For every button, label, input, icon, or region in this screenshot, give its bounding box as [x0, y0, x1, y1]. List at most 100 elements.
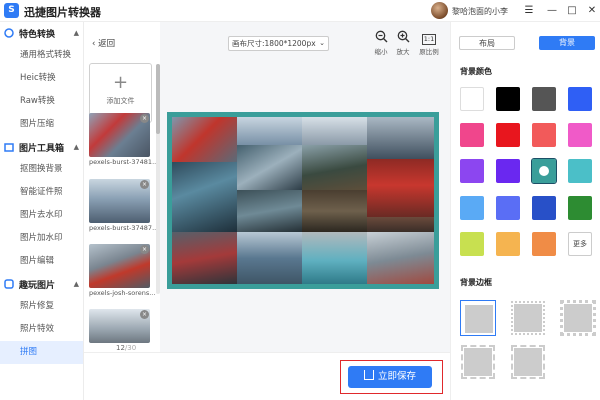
remove-icon[interactable]: × — [140, 114, 149, 123]
collage-preview[interactable] — [167, 112, 439, 289]
zoom-out-icon — [370, 30, 392, 46]
color-swatch-cyan[interactable] — [568, 159, 592, 183]
color-swatch-coral[interactable] — [532, 123, 556, 147]
border-option-wavy[interactable] — [510, 344, 546, 380]
collage-cell[interactable] — [367, 217, 434, 232]
collage-cell[interactable] — [172, 117, 237, 162]
sidebar-group-fun[interactable]: 趣玩图片 ▲ — [0, 273, 83, 295]
color-swatch-gray[interactable] — [532, 87, 556, 111]
thumbnail-4[interactable]: × — [89, 309, 150, 343]
thumbnail-name: pexels-burst-37481... — [89, 158, 159, 166]
color-swatch-white[interactable] — [460, 87, 484, 111]
collage-cell[interactable] — [237, 117, 302, 145]
collage-cell[interactable] — [237, 232, 302, 284]
color-swatch-lightblue[interactable] — [460, 196, 484, 220]
zoom-in-icon — [392, 30, 414, 46]
thumbnail-name: pexels-burst-37487... — [89, 224, 159, 232]
sidebar-item-format[interactable]: 通用格式转换 — [0, 44, 83, 67]
collage-cell[interactable] — [172, 232, 237, 284]
app-logo: S — [4, 3, 19, 18]
tab-background[interactable]: 背景 — [539, 36, 595, 50]
collage-cell[interactable] — [302, 232, 367, 284]
menu-icon[interactable]: ☰ — [520, 2, 538, 20]
original-ratio-button[interactable]: 1:1 原比例 — [418, 30, 440, 56]
remove-icon[interactable]: × — [140, 310, 149, 319]
sidebar-item-effects[interactable]: 照片特效 — [0, 318, 83, 341]
collage-cell[interactable] — [367, 117, 434, 159]
color-swatch-lime[interactable] — [460, 232, 484, 256]
tab-layout[interactable]: 布局 — [459, 36, 515, 50]
collage-cell[interactable] — [302, 145, 367, 190]
sidebar-item-cutout[interactable]: 抠图换背景 — [0, 158, 83, 181]
color-swatch-navy[interactable] — [532, 196, 556, 220]
color-swatch-orange[interactable] — [532, 232, 556, 256]
sidebar-item-remove-watermark[interactable]: 图片去水印 — [0, 204, 83, 227]
chevron-up-icon: ▲ — [73, 143, 79, 151]
color-swatch-black[interactable] — [496, 87, 520, 111]
color-swatch-teal-selected[interactable] — [531, 158, 557, 184]
sidebar: 特色转换 ▲ 通用格式转换 Heic转换 Raw转换 图片压缩 图片工具箱 ▲ … — [0, 22, 84, 400]
thumbnail-2[interactable]: × — [89, 179, 150, 223]
collage-cell[interactable] — [302, 190, 367, 232]
maximize-icon[interactable]: □ — [563, 2, 581, 20]
zoom-out-button[interactable]: 缩小 — [370, 30, 392, 56]
border-option-torn[interactable] — [460, 344, 496, 380]
color-swatch-yellow[interactable] — [496, 232, 520, 256]
fun-icon — [4, 279, 14, 289]
sidebar-group-label: 趣玩图片 — [19, 280, 56, 291]
avatar[interactable] — [431, 2, 448, 19]
chevron-down-icon: ⌄ — [319, 39, 325, 47]
username[interactable]: 黎哈泡面的小李 — [452, 6, 508, 17]
color-swatch-red[interactable] — [496, 123, 520, 147]
remove-icon[interactable]: × — [140, 180, 149, 189]
zoom-in-button[interactable]: 放大 — [392, 30, 414, 56]
color-swatch-blue[interactable] — [568, 87, 592, 111]
border-option-scalloped[interactable] — [560, 300, 596, 336]
sidebar-group-label: 图片工具箱 — [19, 143, 65, 154]
color-swatch-purple[interactable] — [460, 159, 484, 183]
thumbnail-1[interactable]: × — [89, 113, 150, 157]
bg-color-title: 背景颜色 — [460, 67, 492, 76]
title-bar: S 迅捷图片转换器 黎哈泡面的小李 ☰ — □ ✕ — [0, 0, 600, 22]
close-icon[interactable]: ✕ — [583, 2, 600, 20]
sidebar-item-repair[interactable]: 照片修复 — [0, 295, 83, 318]
more-colors-button[interactable]: 更多 — [568, 232, 592, 256]
collage-cell[interactable] — [302, 117, 367, 145]
convert-icon — [4, 28, 14, 38]
collage-cell[interactable] — [172, 162, 237, 232]
color-swatch-magenta[interactable] — [568, 123, 592, 147]
sidebar-item-idphoto[interactable]: 智能证件照 — [0, 181, 83, 204]
back-button[interactable]: ‹ 返回 — [92, 37, 115, 49]
plus-icon: + — [112, 72, 129, 93]
thumbnail-3[interactable]: × — [89, 244, 150, 288]
sidebar-group-label: 特色转换 — [19, 29, 56, 40]
ratio-icon: 1:1 — [422, 34, 436, 45]
sidebar-item-add-watermark[interactable]: 图片加水印 — [0, 227, 83, 250]
page-counter: 12/30 — [116, 344, 137, 352]
border-option-plain[interactable] — [460, 300, 496, 336]
collage-cell[interactable] — [367, 159, 434, 217]
sidebar-item-raw[interactable]: Raw转换 — [0, 90, 83, 113]
color-swatch-green[interactable] — [568, 196, 592, 220]
file-list: ‹ 返回 + 添加文件 × pexels-burst-37481... × pe… — [84, 22, 160, 352]
collage-cell[interactable] — [237, 145, 302, 190]
border-option-stamp[interactable] — [510, 300, 546, 336]
sidebar-item-edit[interactable]: 图片编辑 — [0, 250, 83, 273]
collage-cell[interactable] — [367, 232, 434, 284]
sidebar-item-compress[interactable]: 图片压缩 — [0, 113, 83, 136]
thumbnail-name: pexels-josh-sorens... — [89, 289, 156, 297]
color-swatch-periwinkle[interactable] — [496, 196, 520, 220]
canvas-size-select[interactable]: 画布尺寸:1800*1200px ⌄ — [228, 36, 329, 51]
minimize-icon[interactable]: — — [543, 2, 561, 20]
remove-icon[interactable]: × — [140, 245, 149, 254]
right-panel: 布局 背景 背景颜色 更多 背景边框 — [450, 22, 600, 400]
color-swatch-pink[interactable] — [460, 123, 484, 147]
sidebar-group-special[interactable]: 特色转换 ▲ — [0, 22, 83, 44]
sidebar-item-heic[interactable]: Heic转换 — [0, 67, 83, 90]
sidebar-group-toolbox[interactable]: 图片工具箱 ▲ — [0, 136, 83, 158]
sidebar-item-collage[interactable]: 拼图 — [0, 341, 83, 364]
color-swatch-violet[interactable] — [496, 159, 520, 183]
collage-cell[interactable] — [237, 190, 302, 232]
canvas-area: 画布尺寸:1800*1200px ⌄ 缩小 放大 1:1 原比例 — [160, 22, 450, 352]
save-highlight-box — [340, 360, 443, 394]
